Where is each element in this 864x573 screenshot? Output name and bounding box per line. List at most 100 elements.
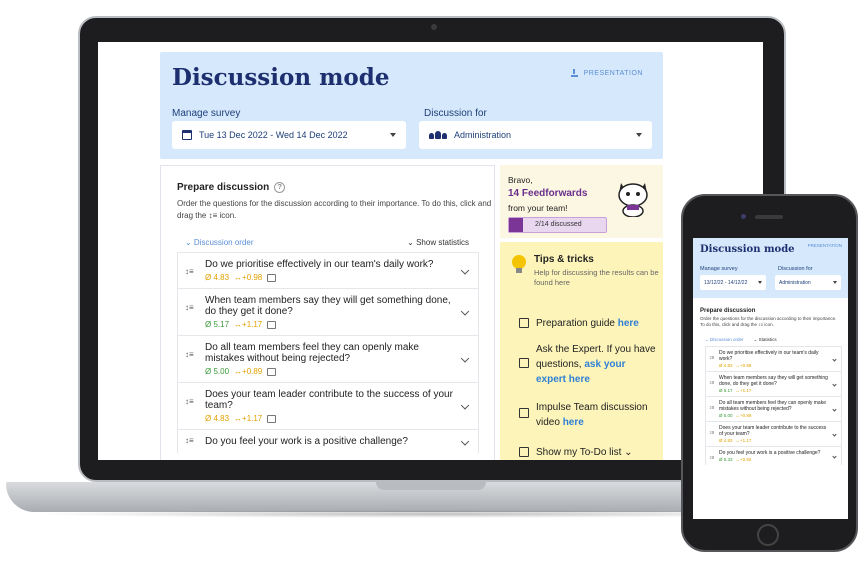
score-delta: ↔+0.89	[735, 413, 752, 418]
discussion-for-select[interactable]: Administration	[419, 121, 652, 149]
phone-prepare-title: Prepare discussion	[700, 308, 756, 314]
comment-icon[interactable]	[267, 414, 277, 423]
download-icon	[570, 69, 578, 77]
chevron-down-icon[interactable]	[832, 407, 837, 412]
drag-handle-icon[interactable]: ↕≡	[185, 267, 194, 276]
phone-camera-icon	[741, 214, 746, 219]
phone-statistics-toggle[interactable]: ⌄ Statistics	[754, 337, 777, 343]
average-score: Ø 4.83	[719, 363, 733, 368]
page-title: Discussion mode	[172, 64, 390, 91]
phone-discussion-for-select[interactable]: Administration	[775, 275, 841, 290]
help-icon[interactable]: ?	[274, 182, 286, 193]
drag-handle-icon[interactable]: ↕≡	[709, 455, 714, 461]
chevron-down-icon[interactable]	[460, 354, 470, 363]
question-stats: Ø 5.17 ↔+1.17	[719, 388, 829, 393]
calendar-icon	[182, 130, 192, 140]
question-stats: Ø 5.00 ↔+0.89	[719, 413, 829, 418]
question-text: Do you feel your work is a positive chal…	[719, 450, 821, 456]
preparation-guide-link[interactable]: here	[618, 318, 639, 329]
manage-survey-select[interactable]: Tue 13 Dec 2022 - Wed 14 Dec 2022	[172, 121, 406, 149]
chevron-down-icon[interactable]	[832, 382, 837, 387]
prepare-panel: Prepare discussion ? Order the questions…	[160, 165, 495, 460]
prepare-description: Order the questions for the discussion a…	[177, 199, 492, 220]
manage-survey-value: Tue 13 Dec 2022 - Wed 14 Dec 2022	[199, 130, 348, 140]
comment-icon[interactable]	[267, 273, 277, 282]
average-score: Ø 5.00	[719, 413, 733, 418]
caret-down-icon	[758, 281, 762, 284]
phone-question-row[interactable]: ↕≡ Do all team members feel they can open…	[705, 396, 842, 421]
chevron-down-icon[interactable]	[832, 357, 837, 362]
discussion-order-toggle[interactable]: ⌄ Discussion order	[185, 238, 254, 247]
drag-handle-icon[interactable]: ↕≡	[709, 355, 714, 361]
phone-screen: Discussion mode PRESENTATION Manage surv…	[693, 238, 848, 519]
lightbulb-icon	[512, 255, 526, 273]
people-icon	[429, 131, 447, 139]
question-text: Do we prioritise effectively in our team…	[205, 259, 434, 270]
chevron-down-icon[interactable]	[460, 307, 470, 316]
from-team-label: from your team!	[508, 203, 568, 213]
tips-subtitle: Help for discussing the results can be f…	[534, 268, 659, 287]
phone-question-row[interactable]: ↕≡ When team members say they will get so…	[705, 371, 842, 396]
camera-icon	[431, 24, 437, 30]
tips-title: Tips & tricks	[534, 254, 594, 265]
bravo-label: Bravo,	[508, 175, 533, 185]
chevron-down-icon[interactable]	[460, 401, 470, 410]
question-text: Does your team leader contribute to the …	[205, 389, 453, 411]
prepare-title: Prepare discussion ?	[177, 182, 286, 193]
presentation-label: PRESENTATION	[583, 69, 643, 77]
phone-question-row[interactable]: ↕≡ Does your team leader contribute to th…	[705, 421, 842, 446]
average-score: Ø 5.33	[719, 457, 733, 462]
score-delta: ↔+0.92	[735, 457, 752, 462]
drag-handle-icon[interactable]: ↕≡	[709, 430, 714, 436]
chat-icon	[519, 358, 529, 368]
average-score: Ø 4.83	[205, 273, 230, 282]
phone-manage-survey-select[interactable]: 13/12/22 - 14/12/22	[700, 275, 766, 290]
discussion-for-value: Administration	[454, 130, 512, 140]
drag-handle-icon[interactable]: ↕≡	[709, 405, 714, 411]
question-row[interactable]: ↕≡ Do all team members feel they can open…	[177, 335, 479, 382]
question-text: When team members say they will get some…	[719, 375, 828, 387]
score-delta: ↔+0.89	[234, 367, 263, 376]
average-score: Ø 5.17	[719, 388, 733, 393]
chevron-down-icon[interactable]	[460, 265, 470, 275]
drag-handle-icon[interactable]: ↕≡	[185, 436, 194, 445]
phone-question-list: ↕≡ Do we prioritise effectively in our te…	[705, 346, 842, 465]
phone-discussion-order-toggle[interactable]: ⌄ Discussion order	[705, 337, 744, 343]
question-row[interactable]: ↕≡ Do you feel your work is a positive ch…	[177, 429, 479, 453]
caret-down-icon	[390, 133, 396, 137]
phone-order-row: ⌄ Discussion order ⌄ Statistics	[705, 337, 835, 343]
phone-question-row[interactable]: ↕≡ Do we prioritise effectively in our te…	[705, 346, 842, 371]
chevron-down-icon[interactable]	[832, 454, 837, 459]
question-row[interactable]: ↕≡ When team members say they will get so…	[177, 288, 479, 335]
impulse-video-link[interactable]: here	[563, 417, 584, 428]
question-stats: Ø 4.83 ↔+1.17	[719, 438, 829, 443]
bravo-panel: Bravo, 14 Feedforwards from your team! 2…	[500, 165, 663, 238]
question-text: Do all team members feel they can openly…	[719, 400, 826, 412]
chevron-down-icon[interactable]	[832, 432, 837, 437]
question-text: Do all team members feel they can openly…	[205, 342, 419, 364]
phone-discussion-for-label: Discussion for	[778, 266, 813, 272]
discussion-for-label: Discussion for	[424, 108, 487, 119]
show-statistics-toggle[interactable]: ⌄ Show statistics	[407, 238, 469, 247]
show-todo-toggle[interactable]: Show my To-Do list ⌄	[519, 445, 656, 460]
question-row[interactable]: ↕≡ Do we prioritise effectively in our te…	[177, 252, 479, 288]
question-text: When team members say they will get some…	[205, 295, 451, 317]
chevron-down-icon[interactable]	[460, 436, 470, 446]
question-row[interactable]: ↕≡ Does your team leader contribute to th…	[177, 382, 479, 429]
drag-handle-icon[interactable]: ↕≡	[709, 380, 714, 386]
question-stats: Ø 5.00 ↔+0.89	[205, 367, 456, 376]
drag-handle-icon[interactable]: ↕≡	[185, 350, 194, 359]
phone-speaker	[755, 215, 783, 219]
cat-mascot-icon	[618, 183, 648, 217]
phone-presentation-button[interactable]: PRESENTATION	[808, 243, 842, 248]
drag-handle-icon[interactable]: ↕≡	[185, 303, 194, 312]
phone-question-row[interactable]: ↕≡ Do you feel your work is a positive ch…	[705, 446, 842, 465]
drag-handle-icon[interactable]: ↕≡	[185, 397, 194, 406]
comment-icon[interactable]	[267, 320, 277, 329]
question-stats: Ø 4.83 ↔+0.98	[719, 363, 829, 368]
home-button[interactable]	[757, 524, 779, 546]
phone-header-panel: Discussion mode PRESENTATION Manage surv…	[693, 238, 848, 298]
comment-icon[interactable]	[267, 367, 277, 376]
question-text: Do you feel your work is a positive chal…	[205, 436, 408, 447]
presentation-button[interactable]: PRESENTATION	[570, 69, 643, 77]
